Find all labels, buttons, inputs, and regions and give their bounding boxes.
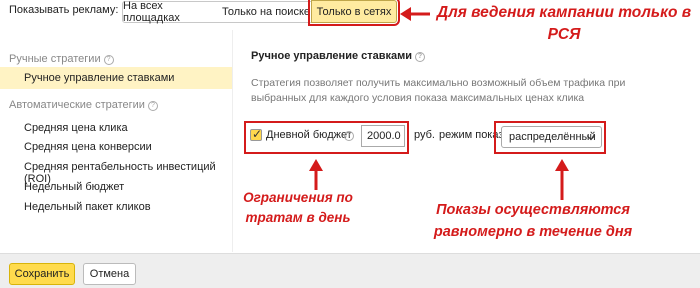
display-mode-select[interactable]: распределённый: [501, 126, 602, 148]
currency-label: руб.: [414, 129, 435, 141]
daily-budget-label: Дневной бюджет: [266, 129, 352, 141]
top-arrow-icon: [400, 7, 430, 21]
mode-annotation: Показы осуществляются равномерно в течен…: [433, 202, 633, 240]
show-ads-label: Показывать рекламу:: [9, 4, 119, 16]
tab-networks-only[interactable]: Только в сетях: [308, 0, 400, 26]
help-icon[interactable]: ?: [344, 129, 354, 141]
checkmark-icon: ✓: [252, 127, 263, 141]
sidebar-item-manual-bids[interactable]: Ручное управление ставками: [24, 72, 174, 84]
display-mode-value: распределённый: [509, 131, 596, 143]
sidebar-item-weekly-budget[interactable]: Недельный бюджет: [24, 181, 124, 193]
budget-annotation: Ограничения по тратам в день: [243, 190, 353, 225]
help-icon[interactable]: ?: [415, 52, 426, 62]
sidebar-item-avg-cpa[interactable]: Средняя цена конверсии: [24, 141, 152, 153]
manual-strategies-header: Ручные стратегии?: [9, 53, 114, 65]
strategy-sidebar: Ручные стратегии? Ручное управление став…: [0, 30, 232, 252]
budget-arrow-icon: [309, 159, 323, 190]
auto-strategies-header: Автоматические стратегии?: [9, 99, 158, 111]
top-annotation: Для ведения кампании только в РСЯ: [436, 4, 692, 43]
sidebar-item-avg-cpc[interactable]: Средняя цена клика: [24, 122, 128, 134]
strategy-description: Стратегия позволяет получить максимально…: [251, 77, 626, 104]
sidebar-item-weekly-clicks[interactable]: Недельный пакет кликов: [24, 201, 151, 213]
daily-budget-input[interactable]: 2000.0: [361, 125, 405, 147]
help-icon[interactable]: ?: [147, 101, 158, 111]
page-title: Ручное управление ставками?: [251, 50, 426, 62]
save-button[interactable]: Сохранить: [9, 263, 75, 285]
cancel-button[interactable]: Отмена: [83, 263, 136, 285]
help-icon[interactable]: ?: [103, 55, 114, 65]
daily-budget-checkbox[interactable]: ✓: [250, 127, 263, 141]
tab-search-only[interactable]: Только на поиске: [221, 1, 312, 23]
mode-arrow-icon: [555, 159, 569, 200]
footer-bar: Сохранить Отмена: [0, 253, 700, 288]
strategy-topbar: Показывать рекламу: На всех площадках То…: [0, 0, 700, 43]
tab-all-platforms[interactable]: На всех площадках: [122, 0, 222, 24]
